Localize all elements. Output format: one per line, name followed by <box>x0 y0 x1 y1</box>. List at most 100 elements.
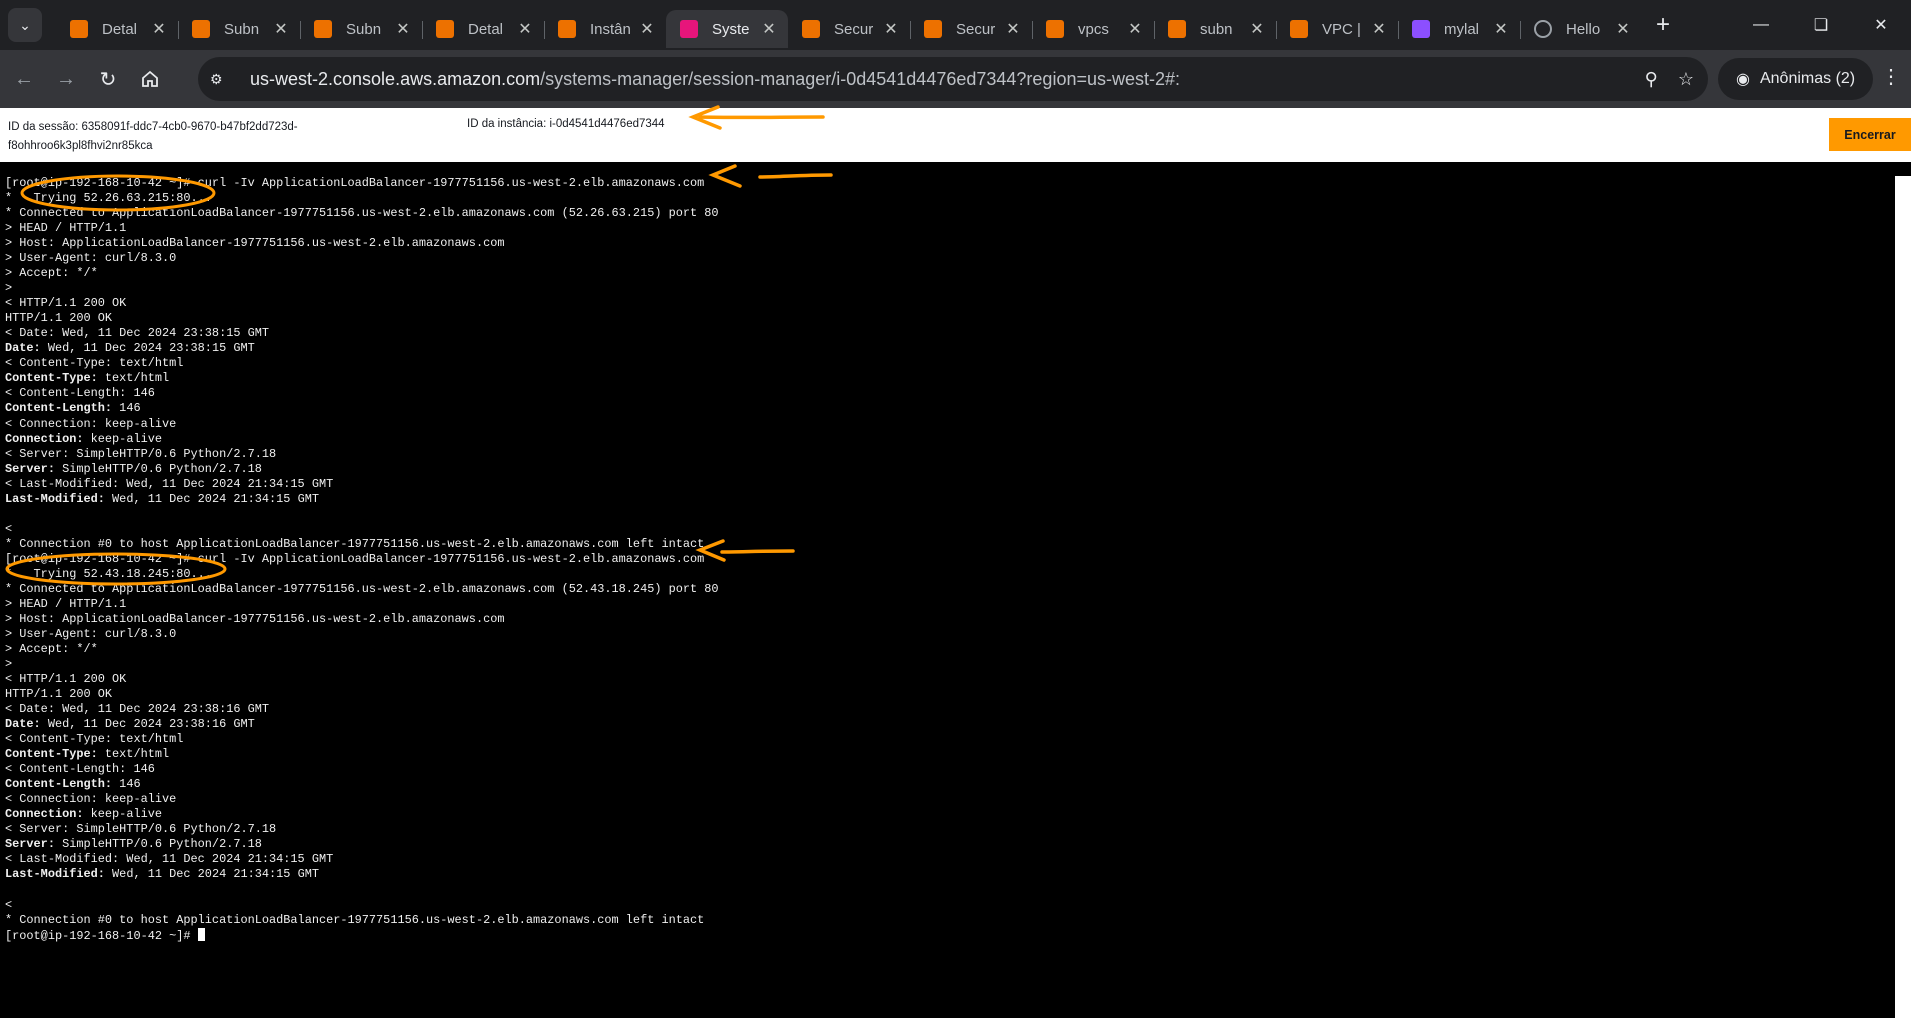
tab-4[interactable]: Instân ✕ <box>544 10 666 48</box>
header-key: Last-Modified: <box>5 867 105 882</box>
terminal-line: < Content-Length: 146 <box>5 386 719 401</box>
line-text: Wed, 11 Dec 2024 23:38:16 GMT <box>40 717 255 732</box>
line-text: < Content-Type: text/html <box>5 732 184 747</box>
aws-vpc-icon <box>314 20 332 38</box>
site-info-icon[interactable]: ⚙ <box>210 71 234 88</box>
tab-title: Instân <box>590 20 631 38</box>
terminal-line: * Trying 52.26.63.215:80... <box>5 191 719 206</box>
close-tab-icon[interactable]: ✕ <box>272 19 290 39</box>
tab-8[interactable]: vpcs ✕ <box>1032 10 1154 48</box>
tab-3[interactable]: Detal ✕ <box>422 10 544 48</box>
header-key: Last-Modified: <box>5 491 105 506</box>
terminal-line: HTTP/1.1 200 OK <box>5 311 719 326</box>
arrow-right-icon: → <box>56 67 76 90</box>
close-tab-icon[interactable]: ✕ <box>1370 19 1388 39</box>
line-text: < <box>5 521 13 536</box>
terminal-line: < Connection: keep-alive <box>5 417 719 432</box>
close-tab-icon[interactable]: ✕ <box>516 19 534 39</box>
tab-10[interactable]: VPC | ✕ <box>1276 10 1398 48</box>
terminal-line: > HEAD / HTTP/1.1 <box>5 597 719 612</box>
tab-6[interactable]: Secur ✕ <box>788 10 910 48</box>
close-tab-icon[interactable]: ✕ <box>1248 19 1266 39</box>
window-controls: — ❏ ✕ <box>1731 0 1911 50</box>
forward-button[interactable]: → <box>48 61 84 97</box>
end-session-button[interactable]: Encerrar <box>1829 118 1911 151</box>
close-tab-icon[interactable]: ✕ <box>394 19 412 39</box>
terminal-line: Connection: keep-alive <box>5 432 719 447</box>
line-text: < Connection: keep-alive <box>5 792 177 807</box>
new-tab-button[interactable]: + <box>1656 11 1670 39</box>
tab-1[interactable]: Subn ✕ <box>178 10 300 48</box>
line-text: * Trying 52.43.18.245:80... <box>5 566 212 581</box>
close-icon: ✕ <box>1874 17 1888 34</box>
tab-title: mylal <box>1444 20 1480 38</box>
close-tab-icon[interactable]: ✕ <box>150 19 168 39</box>
line-text: Wed, 11 Dec 2024 21:34:15 GMT <box>104 491 319 506</box>
close-tab-icon[interactable]: ✕ <box>760 19 778 39</box>
line-text: > Host: ApplicationLoadBalancer-19777511… <box>5 236 505 251</box>
close-tab-icon[interactable]: ✕ <box>1126 19 1144 39</box>
close-tab-icon[interactable]: ✕ <box>882 19 900 39</box>
terminal-line: > User-Agent: curl/8.3.0 <box>5 251 719 266</box>
tab-strip: ⌄ Detal ✕ Subn ✕ Subn ✕ Detal ✕ Instân ✕ Syste ✕ Sec… <box>0 0 1911 50</box>
browser-menu-icon[interactable]: ⋮ <box>1881 64 1901 89</box>
address-bar[interactable]: ⚙ us-west-2.console.aws.amazon.com/syste… <box>198 57 1708 101</box>
home-button[interactable] <box>132 61 168 97</box>
tab-9[interactable]: subn ✕ <box>1154 10 1276 48</box>
terminal-line: < HTTP/1.1 200 OK <box>5 296 719 311</box>
tab-11[interactable]: mylal ✕ <box>1398 10 1520 48</box>
line-text: > Accept: */* <box>5 641 98 656</box>
terminal-line: [root@ip-192-168-10-42 ~]# curl -Iv Appl… <box>5 176 719 191</box>
restore-button[interactable]: ❏ <box>1791 0 1851 50</box>
close-tab-icon[interactable]: ✕ <box>1004 19 1022 39</box>
line-text: * Connection #0 to host ApplicationLoadB… <box>5 912 705 927</box>
line-text: < Server: SimpleHTTP/0.6 Python/2.7.18 <box>5 446 277 461</box>
terminal-line: < Content-Type: text/html <box>5 356 719 371</box>
url-text[interactable]: us-west-2.console.aws.amazon.com/systems… <box>250 69 1180 90</box>
tab-7[interactable]: Secur ✕ <box>910 10 1032 48</box>
terminal[interactable]: [root@ip-192-168-10-42 ~]# curl -Iv Appl… <box>0 162 1895 1018</box>
line-text: > <box>5 281 13 296</box>
reload-button[interactable]: ↻ <box>90 61 126 97</box>
terminal-line: Content-Type: text/html <box>5 371 719 386</box>
incognito-profile-button[interactable]: ◉ Anônimas (2) <box>1718 58 1874 100</box>
aws-vpc-icon <box>192 20 210 38</box>
line-text: < Content-Length: 146 <box>5 386 155 401</box>
line-text: > Host: ApplicationLoadBalancer-19777511… <box>5 611 505 626</box>
close-tab-icon[interactable]: ✕ <box>638 19 656 39</box>
terminal-line: > Accept: */* <box>5 266 719 281</box>
tab-title: Syste <box>712 20 750 38</box>
terminal-line: Server: SimpleHTTP/0.6 Python/2.7.18 <box>5 837 719 852</box>
minimize-button[interactable]: — <box>1731 0 1791 50</box>
plus-icon: + <box>1656 11 1671 38</box>
tab-search-button[interactable]: ⌄ <box>8 8 42 42</box>
zoom-icon[interactable]: ⚲ <box>1645 69 1658 90</box>
line-text: < Server: SimpleHTTP/0.6 Python/2.7.18 <box>5 822 277 837</box>
line-text: keep-alive <box>83 431 162 446</box>
terminal-line: < HTTP/1.1 200 OK <box>5 672 719 687</box>
chevron-down-icon: ⌄ <box>19 16 31 33</box>
session-id: ID da sessão: 6358091f-ddc7-4cb0-9670-b4… <box>8 121 298 152</box>
aws-service-icon <box>802 20 820 38</box>
aws-service-icon <box>70 20 88 38</box>
tab-5[interactable]: Syste ✕ <box>666 10 788 48</box>
tab-0[interactable]: Detal ✕ <box>56 10 178 48</box>
tab-2[interactable]: Subn ✕ <box>300 10 422 48</box>
aws-service-icon <box>924 20 942 38</box>
terminal-scrollbar[interactable] <box>1895 176 1911 1018</box>
close-tab-icon[interactable]: ✕ <box>1492 19 1510 39</box>
line-text: SimpleHTTP/0.6 Python/2.7.18 <box>54 461 262 476</box>
bookmark-star-icon[interactable]: ☆ <box>1678 69 1694 90</box>
terminal-line: > Host: ApplicationLoadBalancer-19777511… <box>5 236 719 251</box>
close-window-button[interactable]: ✕ <box>1851 0 1911 50</box>
close-tab-icon[interactable]: ✕ <box>1614 19 1632 39</box>
aws-vpc-icon <box>1290 20 1308 38</box>
header-key: Connection: <box>5 807 84 822</box>
tab-12[interactable]: Hello ✕ <box>1520 10 1642 48</box>
instance-id: ID da instância: i-0d4541d4476ed7344 <box>467 118 665 130</box>
line-text: HTTP/1.1 200 OK <box>5 311 113 326</box>
line-text: < Date: Wed, 11 Dec 2024 23:38:16 GMT <box>5 702 270 717</box>
line-text: HTTP/1.1 200 OK <box>5 687 113 702</box>
back-button[interactable]: ← <box>6 61 42 97</box>
